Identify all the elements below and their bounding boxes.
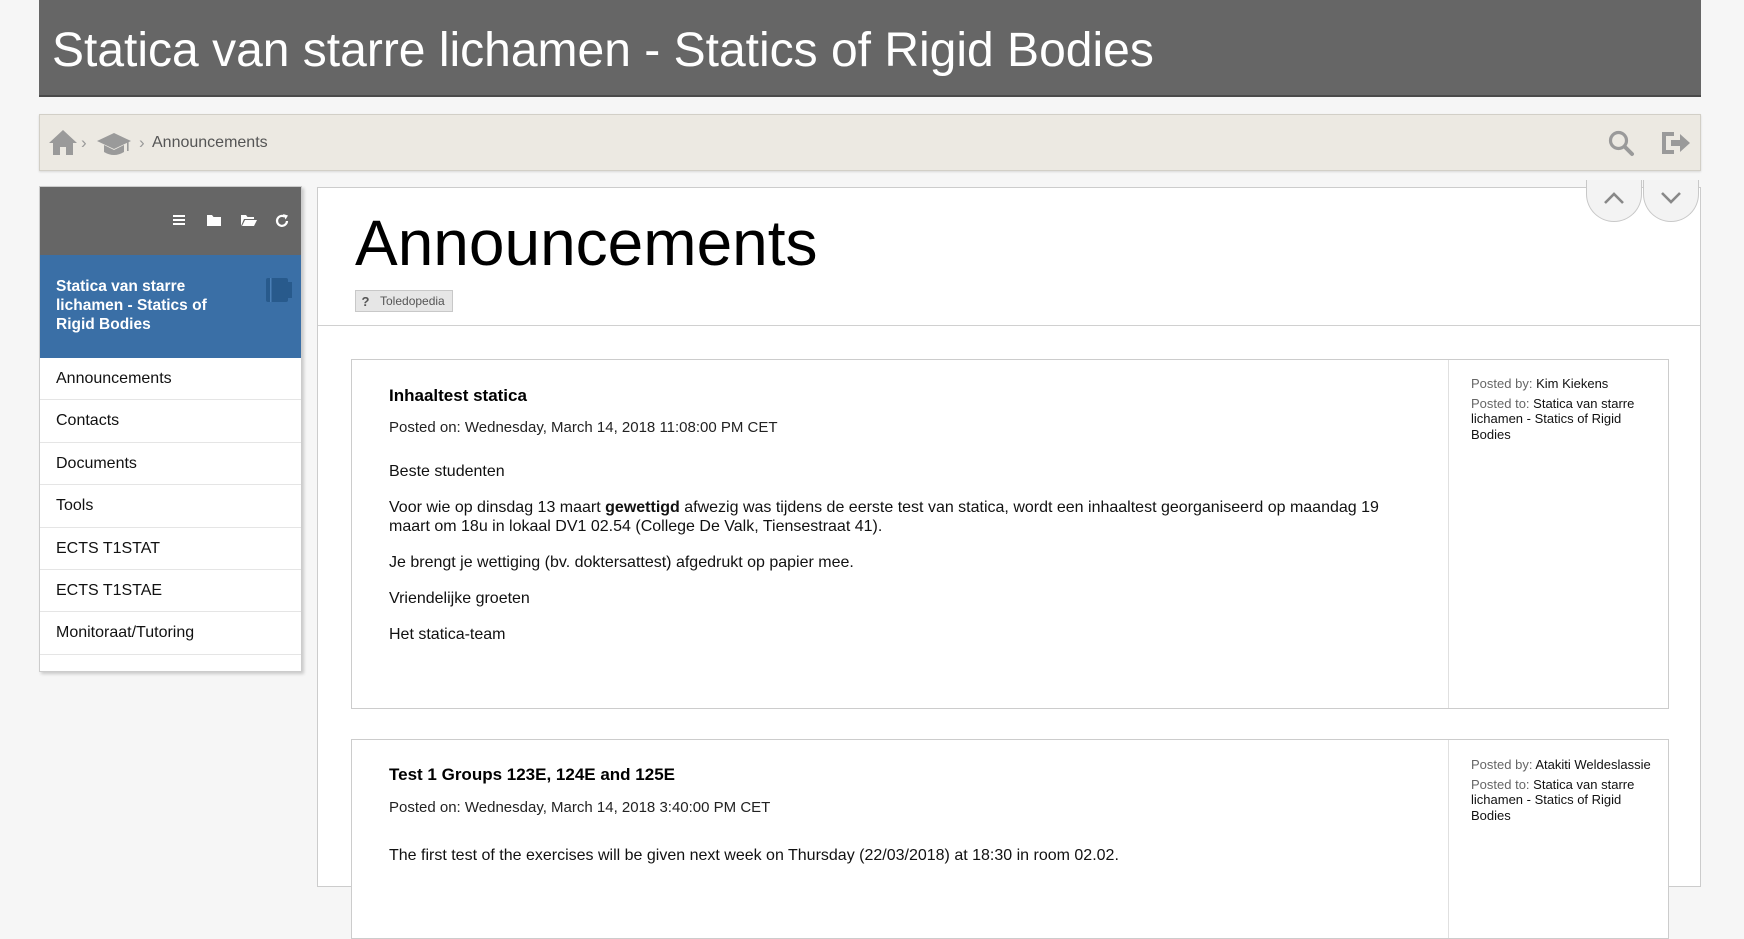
bold-text: gewettigd [605, 499, 680, 516]
posted-to-label: Posted to: [1471, 395, 1530, 411]
posted-to: Posted to: Statica van starre lichamen -… [1471, 777, 1658, 824]
toledopedia-help-button[interactable]: ? Toledopedia [355, 290, 453, 312]
paragraph: Je brengt je wettiging (bv. doktersattes… [389, 554, 854, 571]
course-header: Statica van starre lichamen - Statics of… [39, 0, 1701, 97]
sidebar-item-documents[interactable]: Documents [40, 443, 301, 486]
paragraph: The first test of the exercises will be … [389, 847, 1119, 864]
paragraph: Vriendelijke groeten [389, 590, 530, 607]
announcement-item: Inhaaltest statica Posted on: Wednesday,… [351, 359, 1669, 709]
home-icon[interactable] [48, 128, 78, 161]
graduation-cap-icon[interactable] [96, 130, 132, 163]
list-icon[interactable] [172, 213, 186, 232]
posted-to: Posted to: Statica van starre lichamen -… [1471, 396, 1658, 443]
scroll-up-button[interactable] [1586, 180, 1642, 222]
logout-icon[interactable] [1660, 129, 1692, 162]
course-title: Statica van starre lichamen - Statics of… [52, 24, 1154, 77]
toledopedia-label: Toledopedia [380, 294, 445, 308]
page-title: Announcements [355, 207, 818, 279]
sidebar-toolbar [40, 187, 301, 255]
posted-by-label: Posted by: [1471, 757, 1533, 772]
announcement-text: The first test of the exercises will be … [389, 846, 1419, 882]
breadcrumb: › › Announcements [39, 114, 1701, 171]
sidebar-course-link[interactable]: Statica van starre lichamen - Statics of… [40, 255, 301, 358]
folder-open-icon[interactable] [240, 213, 258, 232]
book-icon [265, 277, 293, 308]
chevron-down-icon [1660, 191, 1682, 210]
announcement-date: Posted on: Wednesday, March 14, 2018 11:… [389, 419, 778, 436]
sidebar-item-tools[interactable]: Tools [40, 485, 301, 528]
sidebar-item-ects-t1stat[interactable]: ECTS T1STAT [40, 528, 301, 570]
question-icon: ? [361, 293, 370, 309]
posted-by-value: Kim Kiekens [1536, 376, 1609, 391]
posted-by: Posted by: Atakiti Weldeslassie [1471, 757, 1658, 773]
announcement-date: Posted on: Wednesday, March 14, 2018 3:4… [389, 799, 771, 816]
announcement-title: Test 1 Groups 123E, 124E and 125E [389, 765, 675, 784]
breadcrumb-current: Announcements [152, 134, 268, 151]
posted-by-label: Posted by: [1471, 376, 1533, 391]
sidebar-course-name: Statica van starre lichamen - Statics of… [56, 278, 207, 333]
paragraph: Het statica-team [389, 626, 506, 643]
chevron-up-icon [1603, 191, 1625, 210]
announcement-title: Inhaaltest statica [389, 386, 527, 405]
posted-by-value: Atakiti Weldeslassie [1535, 757, 1651, 772]
posted-by: Posted by: Kim Kiekens [1471, 376, 1658, 392]
announcement-meta: Posted by: Atakiti Weldeslassie Posted t… [1448, 740, 1668, 938]
sidebar-item-announcements[interactable]: Announcements [40, 358, 301, 401]
course-menu: Announcements Contacts Documents Tools E… [40, 358, 301, 655]
paragraph: Beste studenten [389, 463, 505, 480]
course-menu-sidebar: Statica van starre lichamen - Statics of… [39, 186, 302, 672]
sidebar-item-contacts[interactable]: Contacts [40, 400, 301, 443]
announcement-text: Beste studenten Voor wie op dinsdag 13 m… [389, 462, 1419, 661]
header-divider [318, 325, 1700, 326]
refresh-icon[interactable] [274, 213, 290, 234]
folder-icon[interactable] [206, 213, 222, 232]
sidebar-item-ects-t1stae[interactable]: ECTS T1STAE [40, 570, 301, 613]
scroll-down-button[interactable] [1643, 180, 1699, 222]
paragraph: Voor wie op dinsdag 13 maart gewettigd a… [389, 498, 1419, 536]
announcement-item: Test 1 Groups 123E, 124E and 125E Posted… [351, 739, 1669, 939]
breadcrumb-separator: › [81, 133, 87, 152]
breadcrumb-separator: › [139, 133, 145, 152]
sidebar-item-monitoraat[interactable]: Monitoraat/Tutoring [40, 612, 301, 655]
main-content: Announcements ? Toledopedia Inhaaltest s… [317, 180, 1701, 939]
text-run: Voor wie op dinsdag 13 maart [389, 499, 606, 516]
search-icon[interactable] [1607, 129, 1635, 162]
announcement-meta: Posted by: Kim Kiekens Posted to: Static… [1448, 360, 1668, 708]
posted-to-label: Posted to: [1471, 776, 1530, 792]
